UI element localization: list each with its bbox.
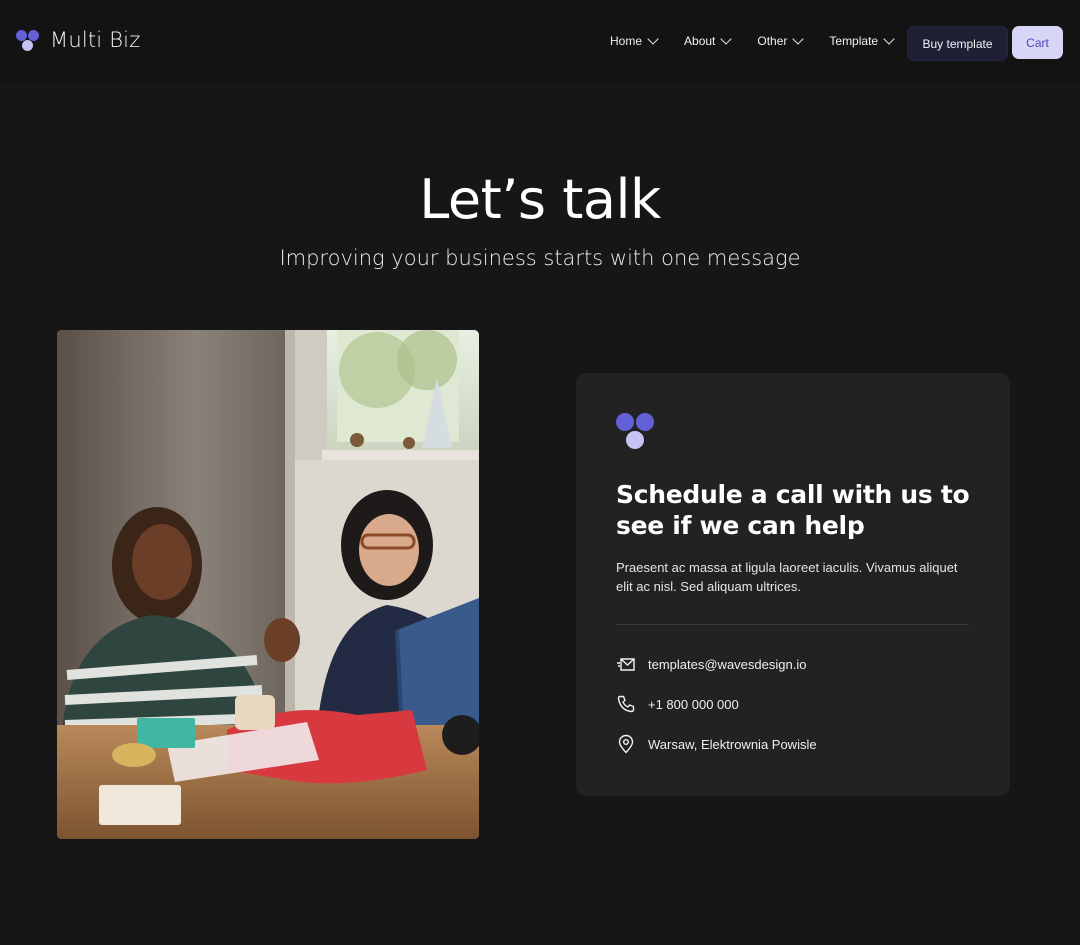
page-title: Let’s talk: [419, 168, 661, 231]
contact-email[interactable]: templates@wavesdesign.io: [616, 654, 806, 674]
brand-logo-icon: [16, 28, 40, 52]
nav-item-about[interactable]: About: [684, 33, 733, 48]
site-header: Multi Biz Home About Other Template Buy …: [0, 0, 1080, 84]
nav-item-label: Other: [757, 34, 788, 48]
brand-name: Multi Biz: [50, 28, 141, 52]
nav-item-label: Template: [829, 34, 879, 48]
chevron-down-icon: [883, 33, 895, 45]
brand-logo-icon: [616, 413, 656, 451]
address-text: Warsaw, Elektrownia Powisle: [648, 736, 817, 752]
cart-button[interactable]: Cart: [1012, 26, 1063, 59]
nav-item-label: Home: [610, 34, 643, 48]
nav-item-label: About: [684, 34, 716, 48]
nav-item-template[interactable]: Template: [829, 33, 895, 48]
chevron-down-icon: [720, 33, 733, 45]
chevron-down-icon: [647, 33, 659, 45]
office-photo: [57, 330, 479, 839]
page-subtitle: Improving your business starts with one …: [279, 246, 801, 270]
contact-card: Schedule a call with us to see if we can…: [576, 373, 1010, 796]
nav-item-home[interactable]: Home: [610, 33, 659, 48]
chevron-down-icon: [792, 33, 805, 45]
divider: [616, 624, 969, 625]
brand[interactable]: Multi Biz: [16, 28, 140, 52]
email-text: templates@wavesdesign.io: [648, 656, 807, 672]
card-description: Praesent ac massa at ligula laoreet iacu…: [616, 560, 958, 594]
phone-text: +1 800 000 000: [648, 696, 739, 712]
main-nav: Home About Other Template: [610, 33, 920, 48]
buy-template-button[interactable]: Buy template: [907, 26, 1008, 61]
mail-icon: [617, 658, 635, 671]
location-pin-icon: [618, 734, 634, 754]
contact-phone[interactable]: +1 800 000 000: [616, 694, 739, 714]
phone-icon: [617, 695, 635, 713]
card-title: Schedule a call with us to see if we can…: [616, 480, 970, 540]
nav-item-other[interactable]: Other: [757, 33, 805, 48]
contact-address[interactable]: Warsaw, Elektrownia Powisle: [616, 734, 817, 754]
